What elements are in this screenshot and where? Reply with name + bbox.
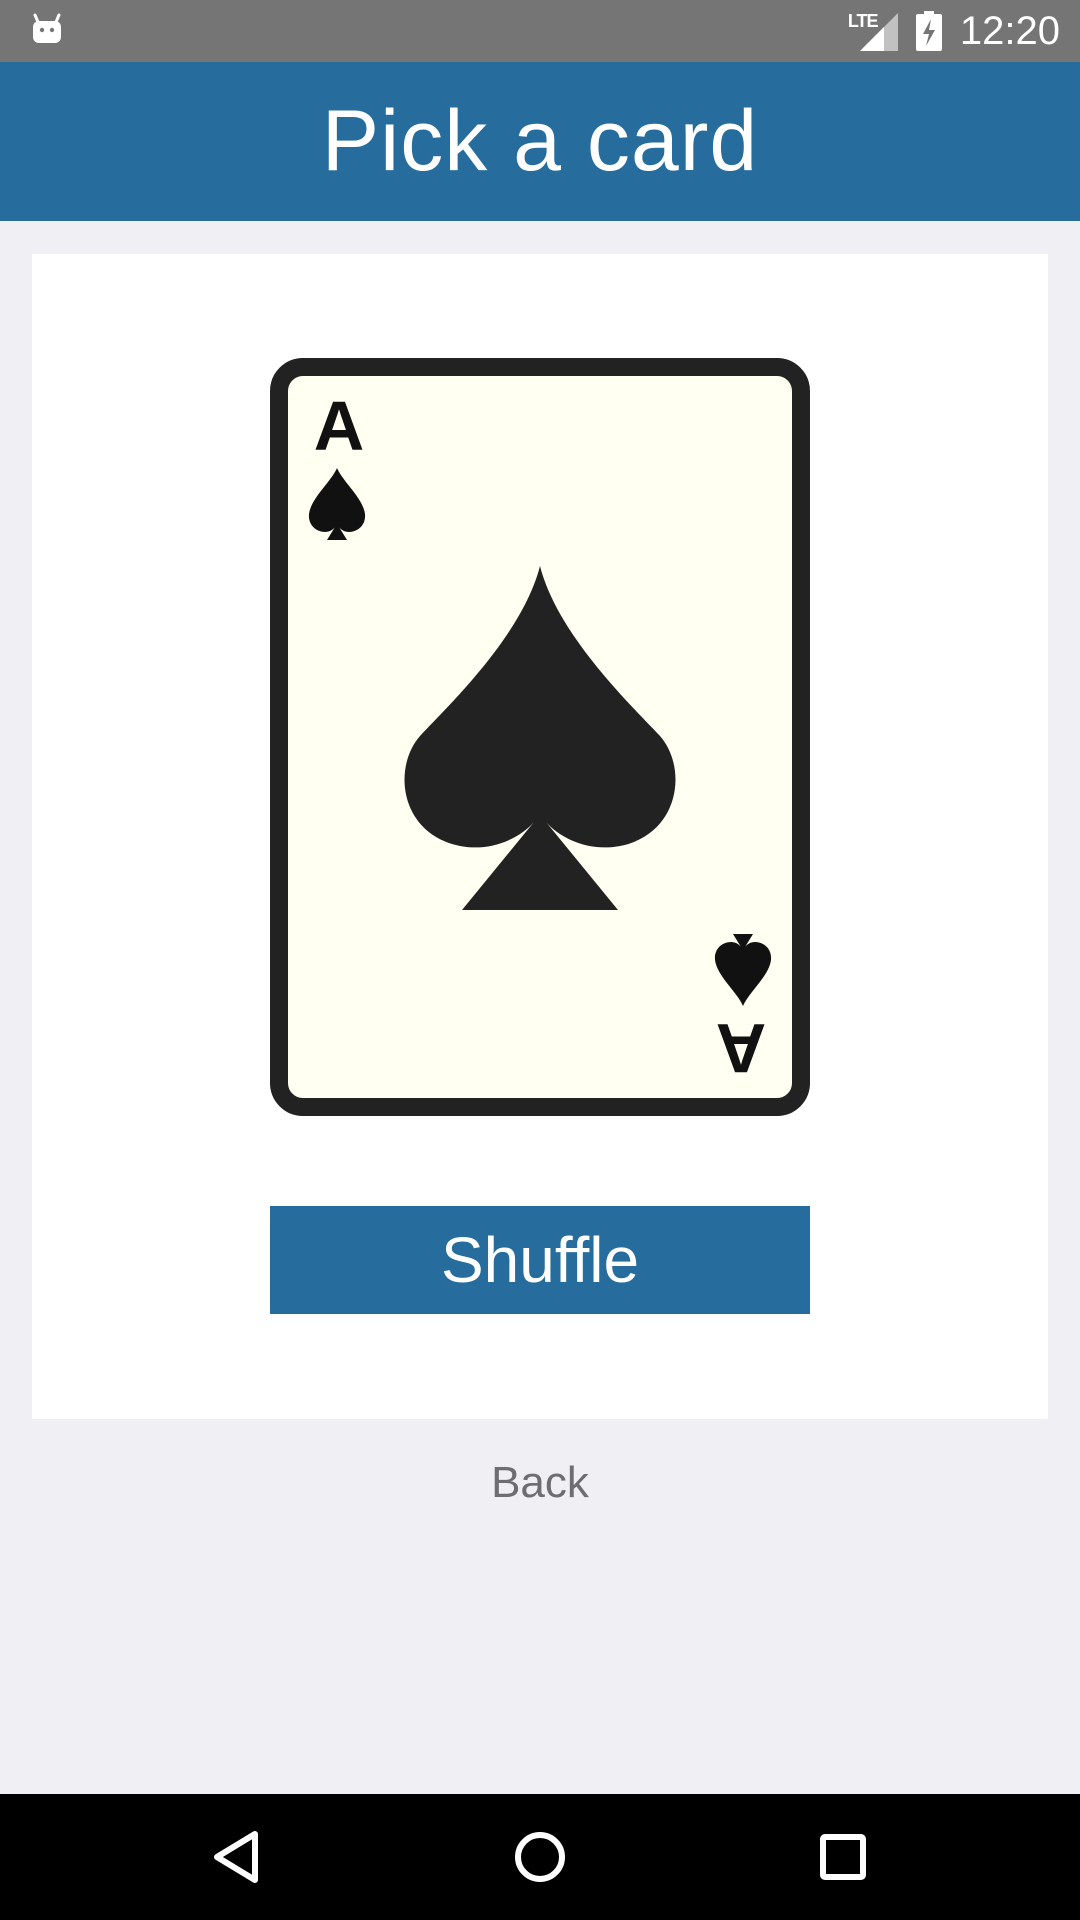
- app-bar: Pick a card: [0, 62, 1080, 221]
- card-rank-bottom: A: [716, 1009, 767, 1087]
- nav-recents-button[interactable]: [763, 1794, 923, 1920]
- page-title: Pick a card: [321, 93, 759, 189]
- signal-icon: LTE: [848, 11, 898, 51]
- nav-home-button[interactable]: [460, 1794, 620, 1920]
- android-icon: [33, 13, 61, 43]
- network-type-label: LTE: [847, 11, 879, 31]
- battery-charging-icon: [915, 11, 942, 51]
- card-rank-top: A: [314, 387, 365, 465]
- nav-recents-icon: [820, 1834, 866, 1880]
- navigation-bar: [0, 1794, 1080, 1920]
- nav-back-icon: [214, 1831, 258, 1883]
- back-link[interactable]: Back: [0, 1448, 1080, 1518]
- nav-back-button[interactable]: [156, 1794, 316, 1920]
- status-bar: LTE 12:20: [0, 0, 1080, 62]
- playing-card[interactable]: A A: [270, 358, 810, 1116]
- shuffle-button[interactable]: Shuffle: [270, 1206, 810, 1314]
- status-time: 12:20: [959, 8, 1060, 53]
- nav-home-icon: [515, 1832, 565, 1882]
